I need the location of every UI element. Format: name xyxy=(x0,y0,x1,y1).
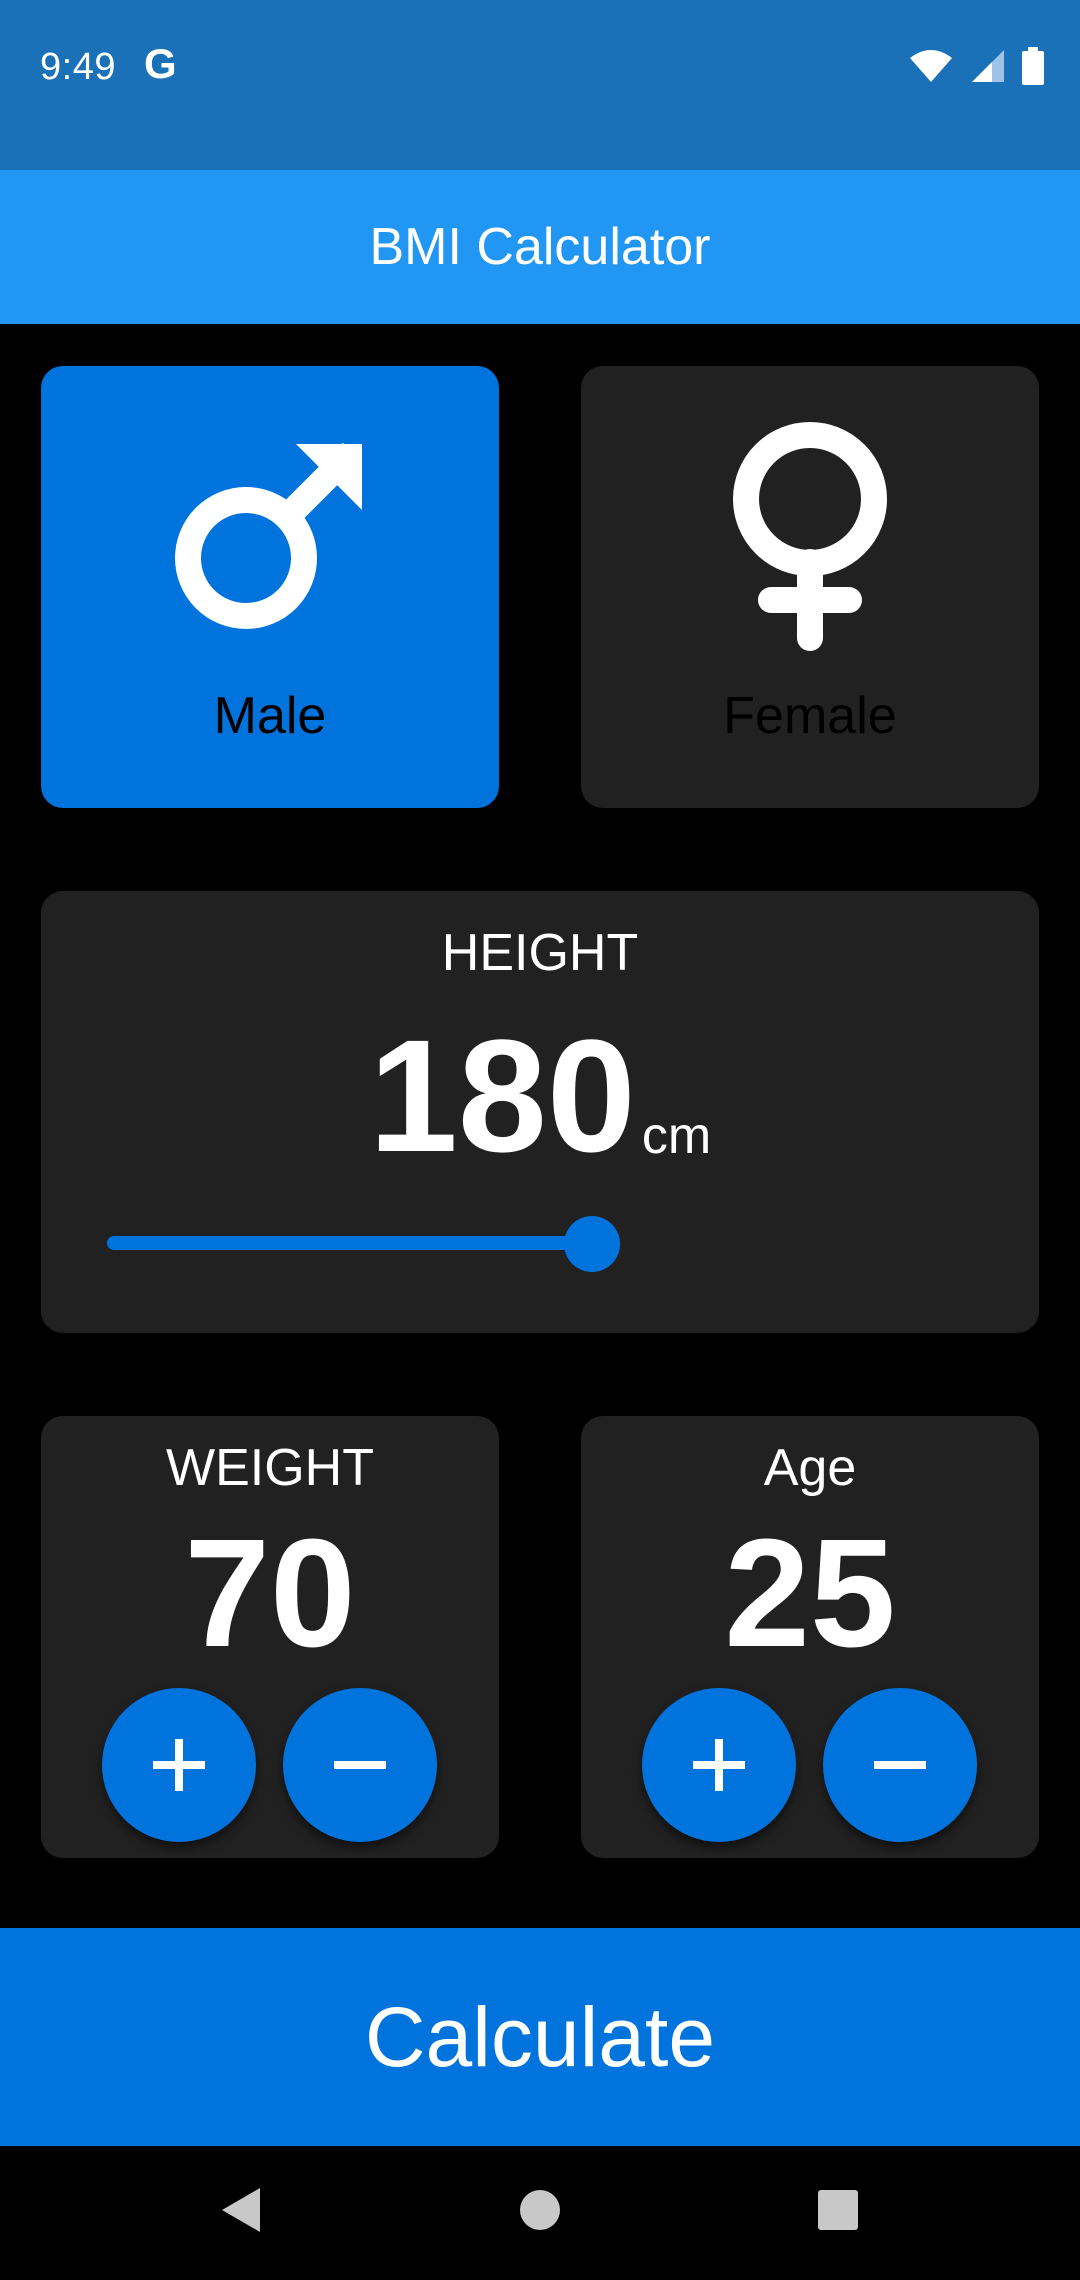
navigation-bar xyxy=(0,2146,1080,2280)
weight-card: WEIGHT 70 xyxy=(41,1416,499,1858)
age-plus-button[interactable] xyxy=(642,1688,796,1842)
weight-plus-button[interactable] xyxy=(102,1688,256,1842)
plus-icon xyxy=(153,1739,205,1791)
height-title: HEIGHT xyxy=(441,924,639,982)
height-value: 180 xyxy=(368,1006,636,1185)
male-card[interactable]: Male xyxy=(41,366,499,808)
age-card: Age 25 xyxy=(581,1416,1039,1858)
weight-minus-button[interactable] xyxy=(283,1688,437,1842)
battery-icon xyxy=(1022,47,1044,85)
status-bar: 9:49 G xyxy=(0,0,1080,170)
calculate-button[interactable]: Calculate xyxy=(0,1928,1080,2146)
height-slider-track[interactable] xyxy=(107,1236,592,1250)
female-symbol-icon xyxy=(733,422,887,651)
page-title: BMI Calculator xyxy=(369,218,711,276)
height-slider-thumb[interactable] xyxy=(564,1216,620,1272)
google-icon: G xyxy=(144,40,177,87)
calculate-label: Calculate xyxy=(364,1989,716,2084)
height-unit: cm xyxy=(641,1107,712,1165)
weight-value: 70 xyxy=(184,1507,356,1679)
weight-title: WEIGHT xyxy=(166,1439,374,1497)
height-card: HEIGHT 180 cm xyxy=(41,891,1039,1333)
age-title: Age xyxy=(763,1439,857,1497)
male-label: Male xyxy=(213,687,327,745)
male-symbol-icon xyxy=(175,442,362,629)
female-card[interactable]: Female xyxy=(581,366,1039,808)
status-time: 9:49 xyxy=(40,46,116,88)
minus-icon xyxy=(874,1761,926,1769)
age-value: 25 xyxy=(724,1507,896,1679)
minus-icon xyxy=(334,1761,386,1769)
plus-icon xyxy=(693,1739,745,1791)
app-bar: BMI Calculator xyxy=(0,170,1080,324)
status-icons xyxy=(908,46,1044,86)
wifi-icon xyxy=(910,50,952,82)
height-value-row: 180 cm xyxy=(41,1016,1039,1176)
back-icon[interactable] xyxy=(218,2184,264,2236)
female-label: Female xyxy=(723,687,897,745)
age-minus-button[interactable] xyxy=(823,1688,977,1842)
home-icon[interactable] xyxy=(519,2184,561,2236)
signal-icon xyxy=(972,50,1004,82)
recents-icon[interactable] xyxy=(816,2184,860,2236)
